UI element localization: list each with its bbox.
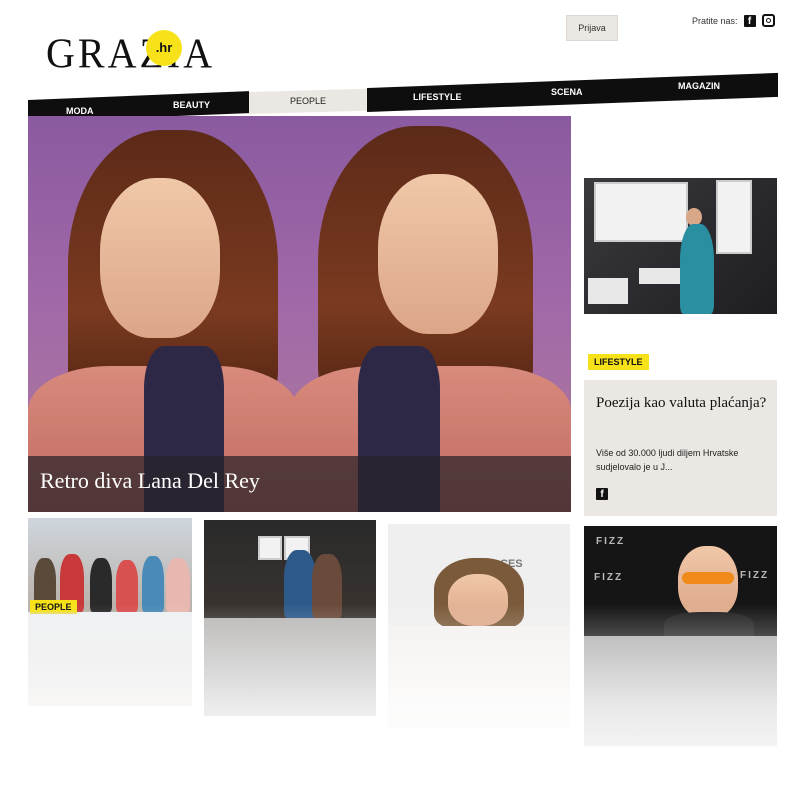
hero-caption-bar: Retro diva Lana Del Rey — [28, 456, 571, 512]
follow-label: Pratite nas: — [692, 15, 738, 26]
backdrop-brand: FIZZ — [740, 570, 770, 581]
hero-image-face-right — [378, 174, 498, 334]
category-badge-lifestyle[interactable]: LIFESTYLE — [588, 354, 649, 370]
nav-item-people[interactable]: PEOPLE — [290, 96, 326, 106]
side-article-card[interactable]: Poezija kao valuta plaćanja? Više od 30.… — [584, 380, 777, 516]
instagram-icon[interactable] — [761, 14, 775, 27]
grazia-homepage: GRAZIA .hr Prijava Pratite nas: f MODA B… — [0, 0, 792, 796]
logo-domain-badge[interactable]: .hr — [146, 30, 182, 66]
side-article-excerpt: Više od 30.000 ljudi diljem Hrvatske sud… — [596, 448, 739, 472]
hero-image-face-left — [100, 178, 220, 338]
glasses — [682, 572, 734, 584]
backdrop-brand: FIZZ — [594, 572, 624, 583]
nav-item-beauty[interactable]: BEAUTY — [173, 100, 210, 110]
side-article-image[interactable] — [584, 178, 777, 314]
facebook-icon[interactable]: f — [743, 14, 756, 27]
nav-item-moda[interactable]: MODA — [66, 106, 94, 116]
social-follow: Pratite nas: f — [692, 14, 775, 27]
side-article-title[interactable]: Poezija kao valuta plaćanja? — [596, 394, 771, 413]
hero-article[interactable]: Retro diva Lana Del Rey — [28, 116, 571, 512]
wall-frame — [258, 536, 282, 560]
thumbnail-people-group[interactable] — [28, 518, 192, 612]
nav-item-scena[interactable]: SCENA — [551, 87, 583, 97]
chair — [588, 278, 628, 304]
nav-item-magazin[interactable]: MAGAZIN — [678, 81, 720, 91]
wall-frame — [716, 180, 752, 254]
reflection-fade — [0, 604, 792, 796]
main-navigation: MODA BEAUTY PEOPLE LIFESTYLE SCENA MAGAZ… — [28, 70, 778, 122]
wall-frame — [594, 182, 688, 242]
person-figure — [680, 224, 714, 314]
hero-title[interactable]: Retro diva Lana Del Rey — [40, 468, 260, 494]
nav-item-lifestyle[interactable]: LIFESTYLE — [413, 92, 462, 102]
backdrop-brand: FIZZ — [596, 536, 626, 547]
login-button[interactable]: Prijava — [566, 15, 618, 41]
facebook-icon[interactable]: f — [596, 488, 608, 500]
